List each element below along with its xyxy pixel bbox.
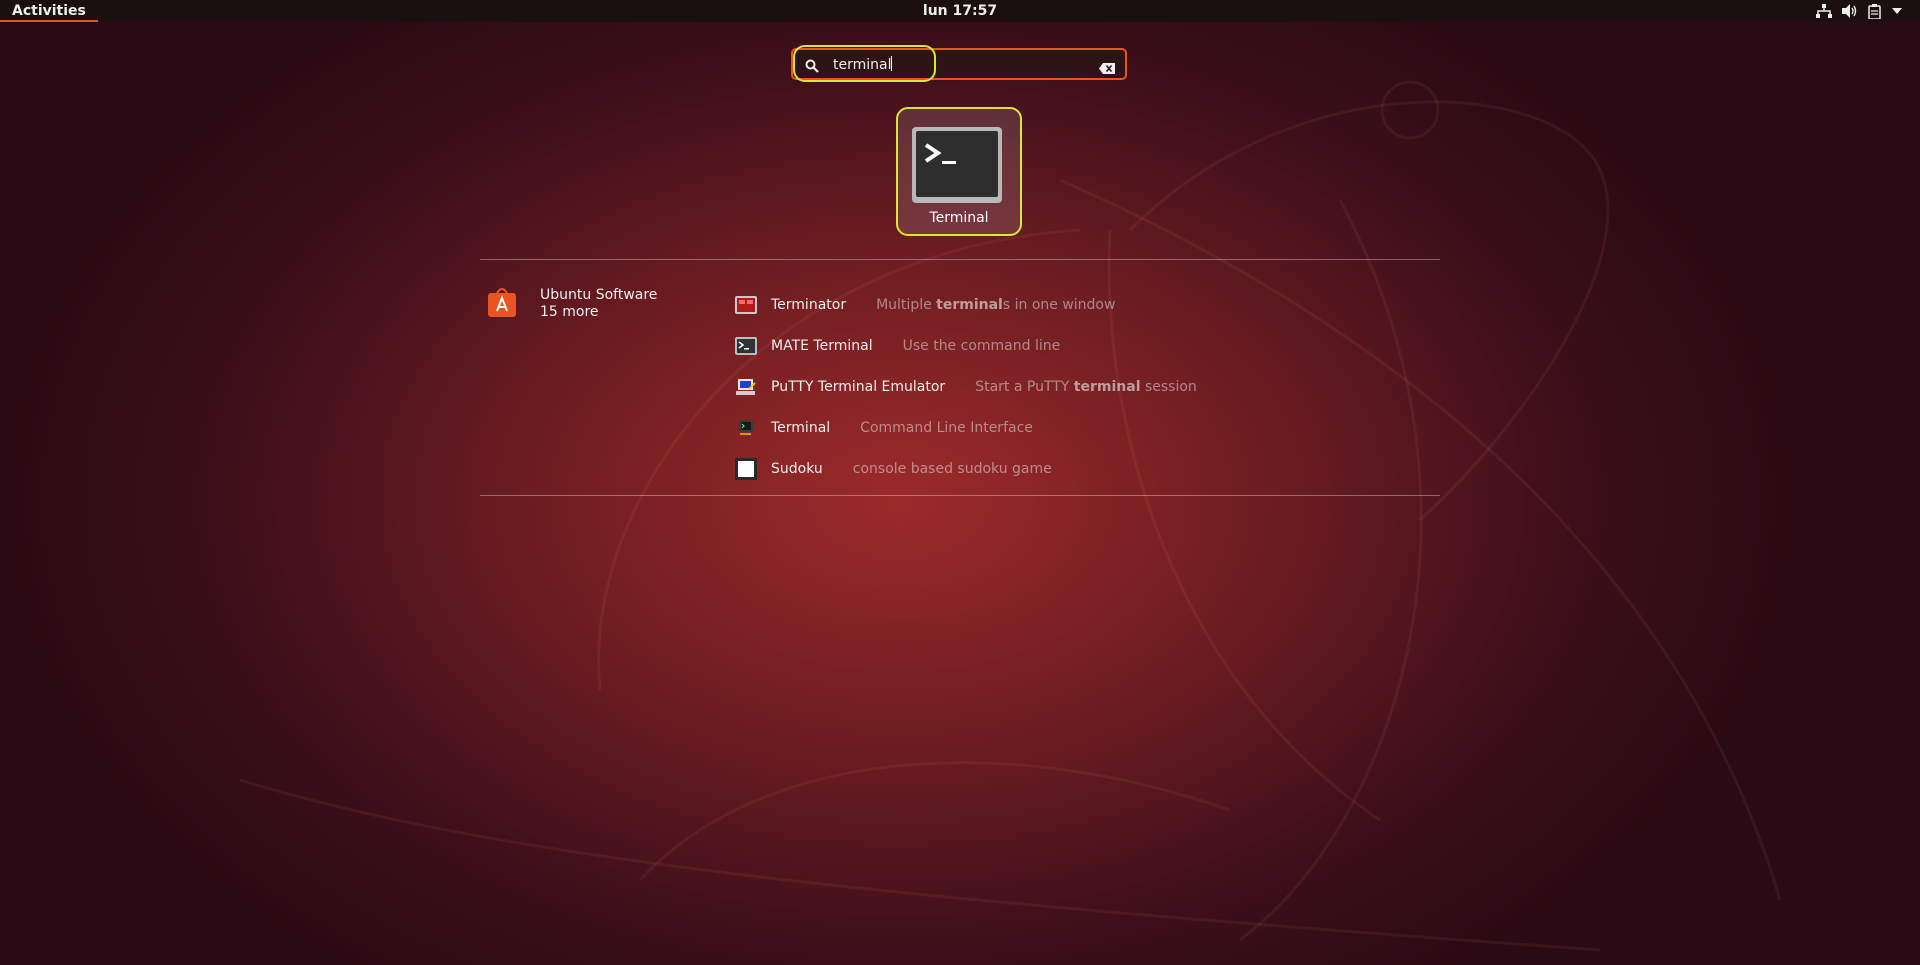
top-result-terminal[interactable]: Terminal <box>896 107 1022 236</box>
sudoku-icon <box>734 457 758 481</box>
activities-button[interactable]: Activities <box>0 0 98 22</box>
result-description: console based sudoku game <box>852 460 1052 477</box>
clear-icon[interactable] <box>1099 59 1115 78</box>
clock[interactable]: lun 17:57 <box>923 0 997 22</box>
system-tray[interactable] <box>1816 0 1902 22</box>
result-name: Terminal <box>771 419 831 436</box>
provider-more[interactable]: 15 more <box>540 304 599 320</box>
separator-bottom <box>480 495 1440 496</box>
result-name: Sudoku <box>771 460 823 477</box>
result-description: Multiple terminals in one window <box>876 296 1116 313</box>
result-row-putty[interactable]: PuTTY Terminal Emulator Start a PuTTY te… <box>734 366 1434 407</box>
search-icon <box>805 58 819 77</box>
result-row-terminator[interactable]: Terminator Multiple terminals in one win… <box>734 284 1434 325</box>
system-menu-arrow-icon[interactable] <box>1892 8 1902 14</box>
separator-top <box>480 259 1440 260</box>
result-row-terminal[interactable]: Terminal Command Line Interface <box>734 407 1434 448</box>
provider-ubuntu-software[interactable]: Ubuntu Software 15 more <box>488 287 688 327</box>
putty-icon <box>734 375 758 399</box>
top-result-label: Terminal <box>929 210 989 226</box>
search-results-list: Terminator Multiple terminals in one win… <box>734 284 1434 489</box>
terminator-icon <box>734 293 758 317</box>
result-row-mate-terminal[interactable]: MATE Terminal Use the command line <box>734 325 1434 366</box>
volume-icon[interactable] <box>1842 4 1858 18</box>
terminal-icon <box>912 127 1002 207</box>
result-name: MATE Terminal <box>771 337 873 354</box>
result-name: PuTTY Terminal Emulator <box>771 378 946 395</box>
ubuntu-software-icon <box>488 287 516 321</box>
result-name: Terminator <box>771 296 847 313</box>
provider-name: Ubuntu Software <box>540 287 658 303</box>
result-description: Use the command line <box>902 337 1061 354</box>
result-description: Command Line Interface <box>860 419 1033 436</box>
result-description: Start a PuTTY terminal session <box>975 378 1197 395</box>
top-bar: Activities lun 17:57 <box>0 0 1920 22</box>
search-entry[interactable]: terminal <box>791 48 1127 80</box>
result-row-sudoku[interactable]: Sudoku console based sudoku game <box>734 448 1434 489</box>
text-caret <box>891 56 893 71</box>
search-input-value: terminal <box>833 57 892 73</box>
clipboard-icon[interactable] <box>1868 3 1882 19</box>
search-input[interactable]: terminal <box>833 56 893 73</box>
mate-terminal-icon <box>734 334 758 358</box>
network-icon[interactable] <box>1816 4 1832 18</box>
terminal-small-icon <box>734 416 758 440</box>
